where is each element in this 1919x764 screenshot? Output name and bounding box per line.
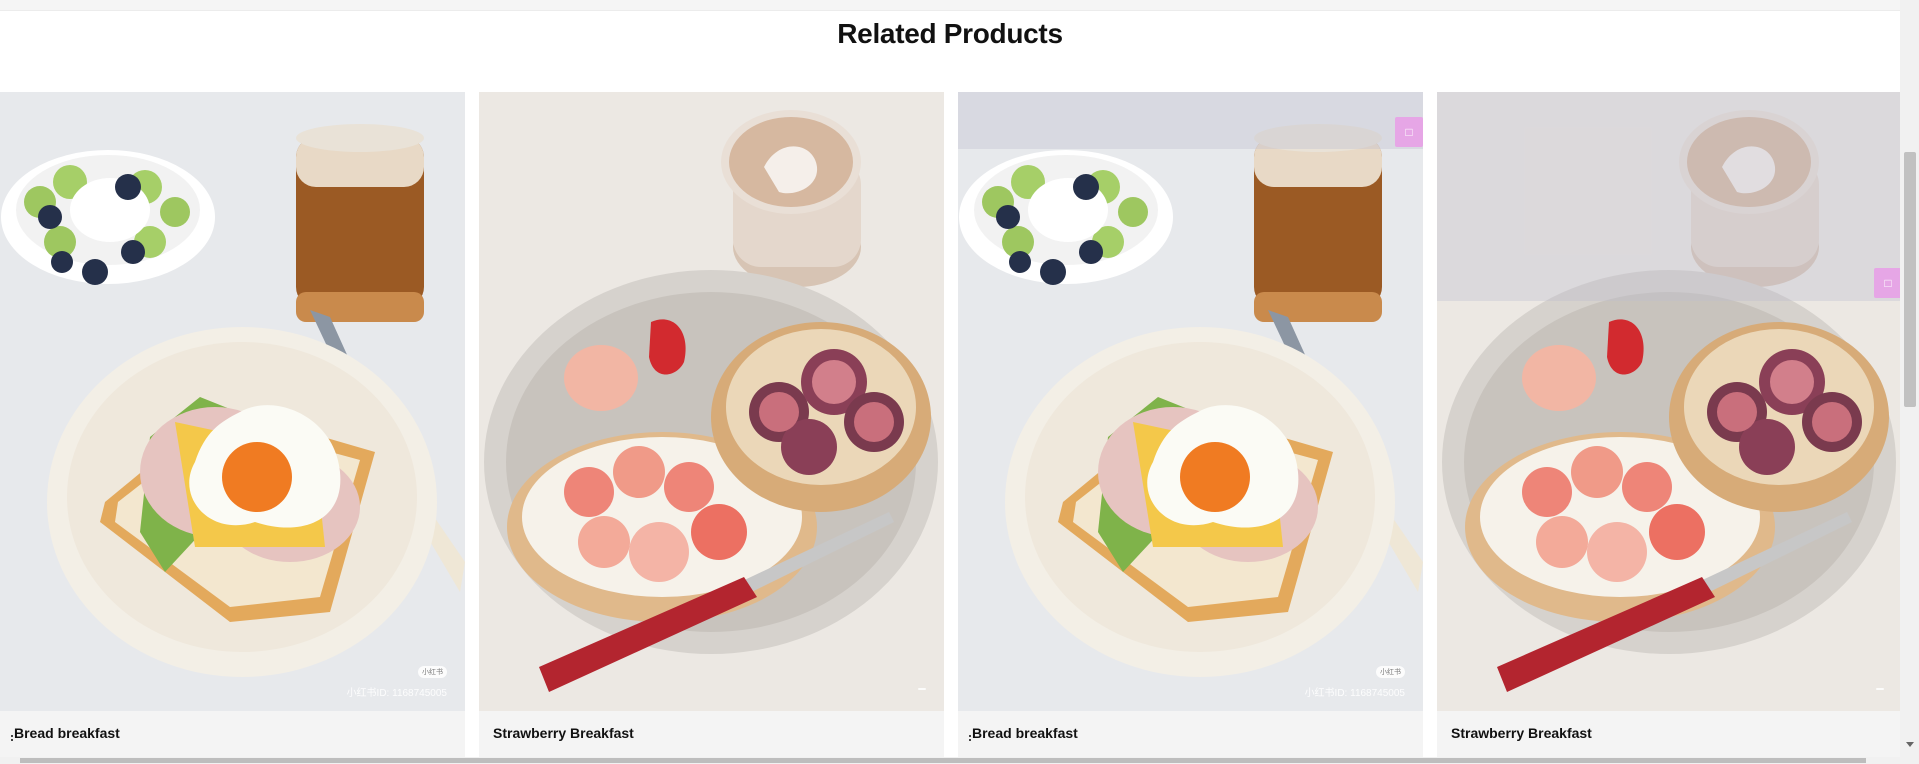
product-title[interactable]: Bread breakfast xyxy=(972,725,1078,741)
horizontal-scrollbar[interactable] xyxy=(0,757,1900,764)
image-watermark xyxy=(918,688,926,699)
watermark-id: 小红书ID: 1168745005 xyxy=(346,688,447,699)
product-photo-strawberry xyxy=(479,92,944,711)
product-image[interactable]: 小红书 小红书ID: 1168745005 xyxy=(0,92,465,711)
top-strip xyxy=(0,0,1900,11)
watermark-badge: 小红书 xyxy=(1376,666,1405,678)
square-icon[interactable]: □ xyxy=(1874,268,1902,298)
hover-overlay xyxy=(1437,92,1902,301)
watermark-badge: 小红书 xyxy=(418,666,447,678)
image-watermark: 小红书 小红书ID: 1168745005 xyxy=(347,666,447,699)
watermark-badge xyxy=(1876,688,1884,690)
product-image[interactable] xyxy=(479,92,944,711)
product-card[interactable]: Strawberry Breakfast xyxy=(479,92,944,759)
product-photo-bread xyxy=(958,92,1423,711)
vertical-scrollbar[interactable] xyxy=(1900,0,1919,764)
watermark-badge xyxy=(918,688,926,690)
horizontal-scroll-thumb[interactable] xyxy=(20,758,1866,763)
product-card[interactable]: 小红书 小红书ID: 1168745005 Bread breakfast xyxy=(0,92,465,759)
product-title[interactable]: Strawberry Breakfast xyxy=(493,725,634,741)
image-watermark xyxy=(1876,688,1884,699)
product-image[interactable]: □ 小红书 小红书ID: 1168745005 xyxy=(958,92,1423,711)
watermark-id: 小红书ID: 1168745005 xyxy=(1304,688,1405,699)
hover-overlay xyxy=(958,92,1423,149)
product-title[interactable]: Strawberry Breakfast xyxy=(1451,725,1592,741)
product-card[interactable]: □ Strawberry Breakfast xyxy=(1437,92,1902,759)
product-title[interactable]: Bread breakfast xyxy=(14,725,120,741)
image-watermark: 小红书 小红书ID: 1168745005 xyxy=(1305,666,1405,699)
product-card[interactable]: □ 小红书 小红书ID: 1168745005 Bread breakfast xyxy=(958,92,1423,759)
product-image[interactable]: □ xyxy=(1437,92,1902,711)
square-icon[interactable]: □ xyxy=(1395,117,1423,147)
product-grid: 小红书 小红书ID: 1168745005 Bread breakfast St… xyxy=(0,92,1902,759)
vertical-scroll-thumb[interactable] xyxy=(1904,152,1916,407)
arrow-down-icon[interactable] xyxy=(1906,742,1914,747)
section-title: Related Products xyxy=(837,18,1063,49)
product-photo-bread xyxy=(0,92,465,711)
